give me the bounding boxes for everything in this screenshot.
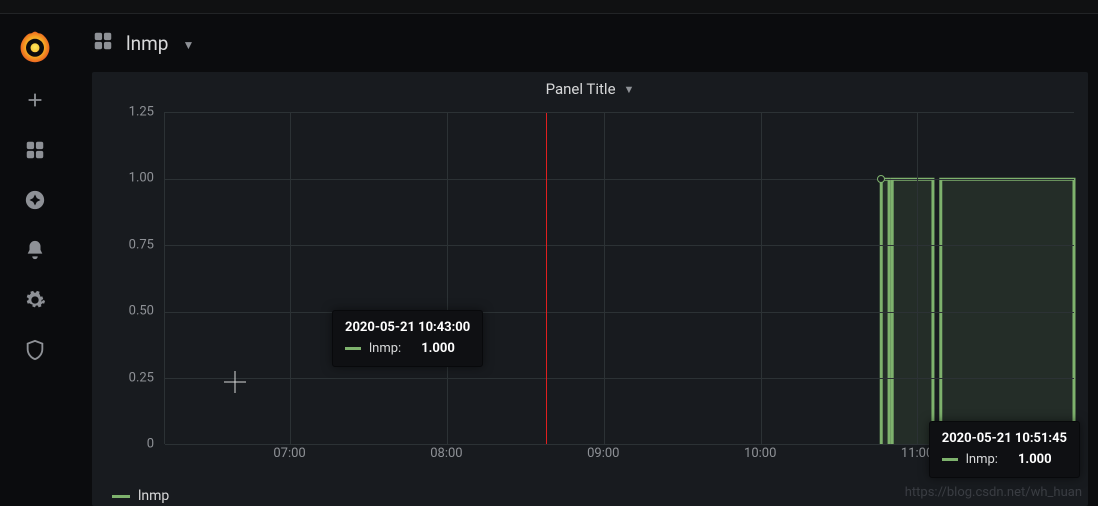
legend-item[interactable]: lnmp <box>112 488 169 504</box>
y-tick-label: 1.00 <box>129 171 154 186</box>
main: lnmp ▼ Panel Title ▼ 0 0.25 0.50 0.75 1.00 1.… <box>70 14 1098 506</box>
panel-title-row[interactable]: Panel Title ▼ <box>92 72 1088 106</box>
series-color-swatch <box>112 495 130 498</box>
plot[interactable] <box>164 112 1074 444</box>
panel-title: Panel Title <box>546 80 616 98</box>
tooltip-time: 2020-05-21 10:51:45 <box>942 431 1067 446</box>
x-tick-label: 07:00 <box>273 446 305 461</box>
dashboards-icon[interactable] <box>92 30 114 56</box>
y-tick-label: 0 <box>147 437 154 452</box>
tooltip: 2020-05-21 10:51:45 lnmp: 1.000 <box>929 421 1080 478</box>
alert-icon[interactable] <box>21 236 49 264</box>
hover-point <box>877 175 885 183</box>
x-tick-label: 10:00 <box>744 446 776 461</box>
chevron-down-icon: ▼ <box>624 83 635 96</box>
window-top-strip <box>0 0 1098 14</box>
gear-icon[interactable] <box>21 286 49 314</box>
y-tick-label: 0.25 <box>129 370 154 385</box>
y-axis: 00.250.500.751.001.25 <box>108 112 164 444</box>
shield-icon[interactable] <box>21 336 49 364</box>
series-color-swatch <box>942 458 958 461</box>
panel-wrap: Panel Title ▼ 0 0.25 0.50 0.75 1.00 1.25 07:0… <box>70 72 1098 506</box>
tooltip-time: 2020-05-21 10:43:00 <box>345 320 470 335</box>
app-root: lnmp ▼ Panel Title ▼ 0 0.25 0.50 0.75 1.00 1.… <box>0 14 1098 506</box>
x-tick-label: 08:00 <box>430 446 462 461</box>
y-tick-label: 0.50 <box>129 304 154 319</box>
tooltip: 2020-05-21 10:43:00 lnmp: 1.000 <box>332 310 483 367</box>
x-tick-label: 09:00 <box>587 446 619 461</box>
dashboards-icon[interactable] <box>21 136 49 164</box>
explore-icon[interactable] <box>21 186 49 214</box>
y-tick-label: 0.75 <box>129 237 154 252</box>
legend-label: lnmp <box>138 488 169 504</box>
tooltip-value: 1.000 <box>421 341 455 356</box>
tooltip-series: lnmp: <box>369 341 401 356</box>
tooltip-value: 1.000 <box>1018 452 1052 467</box>
tooltip-series: lnmp: <box>966 452 998 467</box>
plus-icon[interactable] <box>21 86 49 114</box>
chevron-down-icon[interactable]: ▼ <box>182 38 194 52</box>
dashboard-name[interactable]: lnmp <box>126 32 168 55</box>
grafana-logo[interactable] <box>17 28 53 64</box>
time-marker <box>546 113 547 444</box>
watermark: https://blog.csdn.net/wh_huan <box>905 485 1082 500</box>
series-line <box>165 113 1074 444</box>
series-color-swatch <box>345 347 361 350</box>
panel: Panel Title ▼ 0 0.25 0.50 0.75 1.00 1.25 07:0… <box>92 72 1088 506</box>
y-tick-label: 1.25 <box>129 105 154 120</box>
sidebar <box>0 14 70 506</box>
header: lnmp ▼ <box>70 14 1098 72</box>
